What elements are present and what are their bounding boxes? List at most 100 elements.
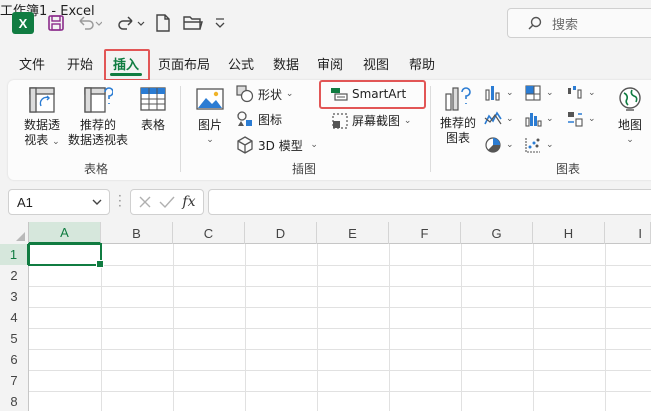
tab-file[interactable]: 文件 bbox=[12, 52, 52, 74]
pictures-button[interactable]: 图片 ⌄ bbox=[192, 86, 228, 148]
chevron-down-icon: ⌄ bbox=[310, 140, 318, 150]
open-folder-button[interactable] bbox=[182, 11, 204, 35]
row-header[interactable]: 7 bbox=[0, 370, 29, 391]
column-chart-icon bbox=[485, 86, 500, 101]
chevron-down-icon: ⌄ bbox=[588, 114, 596, 124]
redo-button[interactable] bbox=[114, 11, 148, 35]
search-box[interactable]: 搜索 bbox=[507, 8, 651, 38]
grid-line bbox=[29, 328, 651, 329]
column-header[interactable]: A bbox=[29, 222, 101, 244]
icons-button[interactable]: 图标 bbox=[236, 110, 282, 128]
3d-models-button[interactable]: 3D 模型 ⌄ bbox=[236, 136, 318, 154]
formula-input[interactable] bbox=[208, 189, 651, 215]
grid-line bbox=[605, 244, 606, 411]
hierarchy-chart-button[interactable]: ⌄ bbox=[524, 84, 554, 102]
folder-icon bbox=[183, 16, 203, 30]
confirm-icon[interactable] bbox=[159, 195, 175, 209]
pivot-table-icon bbox=[29, 87, 55, 113]
tab-insert-highlight-box bbox=[104, 49, 150, 81]
group-label-illustrations: 插图 bbox=[292, 162, 317, 176]
smartart-highlight-box bbox=[319, 80, 426, 109]
group-separator bbox=[180, 86, 181, 172]
recommended-pivot-icon bbox=[84, 87, 113, 113]
screenshot-button[interactable]: 屏幕截图 ⌄ bbox=[332, 112, 411, 129]
grid-line bbox=[245, 244, 246, 411]
new-file-button[interactable] bbox=[152, 11, 174, 35]
undo-icon bbox=[79, 16, 102, 30]
histogram-chart-icon bbox=[525, 113, 542, 127]
row-header[interactable]: 4 bbox=[0, 307, 29, 328]
save-icon bbox=[48, 15, 64, 31]
shapes-icon bbox=[236, 85, 254, 103]
waterfall-chart-button[interactable]: ⌄ bbox=[566, 84, 596, 102]
redo-icon bbox=[118, 16, 145, 30]
formula-actions: fx bbox=[130, 189, 204, 215]
column-header[interactable]: H bbox=[533, 222, 605, 244]
cube-icon bbox=[237, 136, 253, 154]
formula-bar-grip[interactable]: · · · bbox=[118, 190, 122, 212]
chevron-down-icon: ⌄ bbox=[546, 140, 554, 150]
statistic-chart-button[interactable]: ⌄ bbox=[524, 110, 554, 128]
column-header[interactable]: E bbox=[317, 222, 389, 244]
column-chart-button[interactable]: ⌄ bbox=[484, 84, 514, 102]
column-header[interactable]: D bbox=[245, 222, 317, 244]
table-icon bbox=[140, 87, 166, 111]
cancel-icon[interactable] bbox=[138, 195, 152, 209]
save-button[interactable] bbox=[44, 11, 68, 35]
chevron-down-icon: ⌄ bbox=[546, 114, 554, 124]
search-icon bbox=[528, 16, 542, 30]
chevron-down-icon: ⌄ bbox=[285, 89, 294, 99]
column-header[interactable]: G bbox=[461, 222, 533, 244]
row-header[interactable]: 8 bbox=[0, 391, 29, 411]
row-header[interactable]: 1 bbox=[0, 244, 29, 265]
line-chart-button[interactable]: ⌄ bbox=[484, 110, 514, 128]
table-button[interactable]: 表格 bbox=[134, 86, 172, 133]
chevron-down-icon: ⌄ bbox=[546, 88, 554, 98]
shapes-button[interactable]: 形状 ⌄ bbox=[236, 85, 293, 103]
tab-data[interactable]: 数据 bbox=[266, 52, 306, 74]
customize-qat-button[interactable] bbox=[212, 11, 228, 35]
tab-view[interactable]: 视图 bbox=[356, 52, 396, 74]
pie-chart-button[interactable]: ⌄ bbox=[484, 136, 514, 154]
scatter-chart-button[interactable]: ⌄ bbox=[524, 136, 554, 154]
undo-button[interactable] bbox=[74, 11, 104, 35]
row-header[interactable]: 6 bbox=[0, 349, 29, 370]
selected-cell[interactable] bbox=[28, 243, 104, 268]
insert-function-button[interactable]: fx bbox=[182, 194, 195, 210]
line-chart-icon bbox=[484, 111, 502, 125]
worksheet-grid[interactable]: A B C D E F G H I 1 2 3 4 5 6 7 8 bbox=[0, 222, 651, 411]
row-header[interactable]: 3 bbox=[0, 286, 29, 307]
column-header[interactable]: I bbox=[605, 222, 651, 244]
icons-gallery-icon bbox=[237, 111, 252, 126]
grid-line bbox=[533, 244, 534, 411]
column-header[interactable]: C bbox=[173, 222, 245, 244]
name-box[interactable]: A1 bbox=[8, 189, 110, 215]
tab-page-layout[interactable]: 页面布局 bbox=[152, 52, 216, 74]
tab-formulas[interactable]: 公式 bbox=[222, 52, 260, 74]
grid-line bbox=[29, 370, 651, 371]
grid-line bbox=[317, 244, 318, 411]
tab-home[interactable]: 开始 bbox=[60, 52, 100, 74]
globe-icon bbox=[619, 87, 641, 111]
grid-line bbox=[101, 244, 102, 411]
recommended-pivot-button[interactable]: 推荐的 数据透视表 bbox=[66, 86, 130, 148]
maps-button[interactable]: 地图 ⌄ bbox=[612, 86, 648, 148]
select-all-corner[interactable] bbox=[0, 222, 29, 244]
column-header[interactable]: B bbox=[101, 222, 173, 244]
row-header[interactable]: 2 bbox=[0, 265, 29, 286]
chevron-down-icon: ⌄ bbox=[52, 137, 60, 147]
tab-review[interactable]: 审阅 bbox=[310, 52, 350, 74]
row-header[interactable]: 5 bbox=[0, 328, 29, 349]
grid-line bbox=[389, 244, 390, 411]
ribbon-tabs: 文件 开始 插入 页面布局 公式 数据 审阅 视图 帮助 bbox=[0, 48, 651, 78]
grid-line bbox=[461, 244, 462, 411]
title-bar: X 工作簿1 - Excel 搜索 bbox=[0, 0, 651, 46]
grid-line bbox=[173, 244, 174, 411]
pivot-table-button[interactable]: 数据透 视表 ⌄ bbox=[20, 86, 64, 150]
tab-help[interactable]: 帮助 bbox=[402, 52, 442, 74]
combo-chart-button[interactable]: ⌄ bbox=[566, 110, 596, 128]
column-header[interactable]: F bbox=[389, 222, 461, 244]
recommended-charts-button[interactable]: 推荐的 图表 bbox=[438, 84, 478, 146]
chevron-down-icon: ⌄ bbox=[626, 135, 634, 145]
recommended-charts-icon bbox=[445, 87, 471, 111]
